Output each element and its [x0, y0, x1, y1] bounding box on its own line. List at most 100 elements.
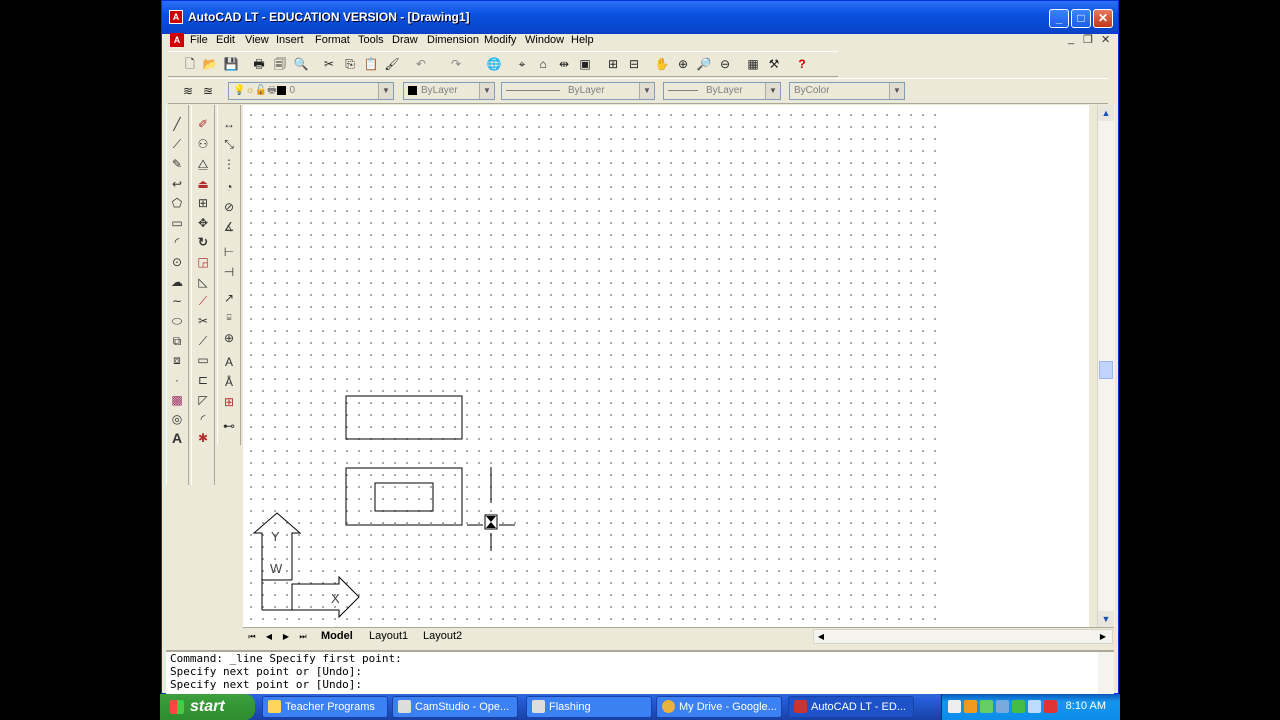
open-icon[interactable]: 📂	[202, 56, 218, 72]
array-icon[interactable]: ⊞	[194, 194, 212, 212]
tray-network-icon[interactable]	[980, 700, 993, 713]
ordinate-dim-icon[interactable]: ⋮	[220, 155, 238, 173]
offset-icon[interactable]: ⏏	[194, 175, 212, 193]
menu-modify[interactable]: Modify	[484, 34, 516, 46]
properties-icon[interactable]: ▣	[577, 56, 593, 72]
zoom-window-icon[interactable]: 🔎	[696, 56, 712, 72]
prev-tab-icon[interactable]: ◀	[262, 630, 276, 643]
command-scrollbar[interactable]	[1098, 652, 1114, 696]
stretch-icon[interactable]: ◺	[194, 273, 212, 291]
construction-line-icon[interactable]: ⟋	[168, 135, 186, 153]
maximize-button[interactable]: □	[1071, 9, 1091, 28]
mdi-minimize-button[interactable]: _	[1068, 33, 1074, 45]
quick-calc-icon[interactable]: ⚒	[766, 56, 782, 72]
horizontal-scrollbar[interactable]: ◀ ▶	[813, 629, 1113, 644]
menu-insert[interactable]: Insert	[276, 34, 304, 46]
layer-dropdown[interactable]: 💡☼🔓🖶 0 ▼	[228, 82, 394, 100]
zoom-realtime-icon[interactable]: ⊕	[675, 56, 691, 72]
menu-edit[interactable]: Edit	[216, 34, 235, 46]
explode-icon[interactable]: ✱	[194, 429, 212, 447]
print-preview-icon[interactable]: 🗐	[272, 56, 288, 72]
cut-icon[interactable]: ✂	[321, 56, 337, 72]
scale-icon[interactable]: ◲	[194, 253, 212, 271]
distance-icon[interactable]: ⇹	[556, 56, 572, 72]
match-properties-icon[interactable]: 🖌	[384, 56, 400, 72]
layer-previous-icon[interactable]: ≊	[200, 83, 216, 99]
table-icon[interactable]: ▦	[745, 56, 761, 72]
tab-layout2[interactable]: Layout2	[423, 629, 462, 644]
first-tab-icon[interactable]: ⏮	[245, 630, 259, 643]
web-icon[interactable]: 🌐	[486, 56, 502, 72]
pan-icon[interactable]: ✋	[654, 56, 670, 72]
layer-manager-icon[interactable]: ≋	[180, 83, 196, 99]
revcloud-icon[interactable]: ☁	[168, 273, 186, 291]
aligned-dim-icon[interactable]: ⤡	[220, 135, 238, 153]
hatch-icon[interactable]: ▩	[168, 391, 186, 409]
mdi-close-button[interactable]: ✕	[1101, 33, 1110, 46]
tab-layout1[interactable]: Layout1	[369, 629, 408, 644]
erase-icon[interactable]: ✐	[194, 115, 212, 133]
tray-sync-icon[interactable]	[1028, 700, 1041, 713]
scroll-left-icon[interactable]: ◀	[814, 630, 828, 643]
menu-tools[interactable]: Tools	[358, 34, 384, 46]
lengthen-icon[interactable]: ⟋	[194, 292, 212, 310]
new-icon[interactable]: 🗋	[182, 56, 198, 72]
move-icon[interactable]: ✥	[194, 214, 212, 232]
task-teacher-programs[interactable]: Teacher Programs	[262, 696, 388, 718]
tab-model[interactable]: Model	[321, 629, 353, 644]
dim-update-icon[interactable]: ⊞	[220, 393, 238, 411]
color-dropdown[interactable]: ByLayer ▼	[403, 82, 495, 100]
menu-view[interactable]: View	[245, 34, 269, 46]
rectangle-top[interactable]	[345, 395, 463, 440]
tray-app-icon[interactable]	[948, 700, 961, 713]
tray-shield-icon[interactable]	[1012, 700, 1025, 713]
copy-object-icon[interactable]: ⚇	[194, 135, 212, 153]
trim-icon[interactable]: ✂	[194, 312, 212, 330]
title-bar[interactable]: A AutoCAD LT - EDUCATION VERSION - [Draw…	[162, 1, 1118, 34]
radius-dim-icon[interactable]: ◔	[220, 178, 238, 196]
start-button[interactable]: start	[160, 694, 255, 720]
task-camstudio[interactable]: CamStudio - Ope...	[392, 696, 518, 718]
last-tab-icon[interactable]: ⏭	[296, 630, 310, 643]
break-icon[interactable]: ▭	[194, 351, 212, 369]
tray-security-icon[interactable]	[964, 700, 977, 713]
lineweight-dropdown[interactable]: ByLayer ▼	[663, 82, 781, 100]
document-icon[interactable]: A	[170, 33, 184, 47]
make-block-icon[interactable]: ⧈	[168, 351, 186, 369]
tool-palettes-icon[interactable]: ⊟	[626, 56, 642, 72]
join-icon[interactable]: ⊏	[194, 371, 212, 389]
ucs-icon[interactable]: ⌂	[535, 56, 551, 72]
center-mark-icon[interactable]: ⊕	[220, 329, 238, 347]
menu-format[interactable]: Format	[315, 34, 350, 46]
leader-icon[interactable]: ↗	[220, 289, 238, 307]
ellipse-icon[interactable]: ⬭	[168, 312, 186, 330]
insert-block-icon[interactable]: ⧉	[168, 332, 186, 350]
dim-edit-icon[interactable]: A	[220, 353, 238, 371]
rotate-icon[interactable]: ↻	[194, 233, 212, 251]
plotstyle-dropdown[interactable]: ByColor ▼	[789, 82, 905, 100]
rectangle-outer[interactable]	[345, 467, 463, 526]
region-icon[interactable]: ◎	[168, 410, 186, 428]
next-tab-icon[interactable]: ▶	[279, 630, 293, 643]
dim-style-icon[interactable]: ⊷	[220, 417, 238, 435]
extend-icon[interactable]: ⟋	[194, 332, 212, 350]
tray-display-icon[interactable]	[996, 700, 1009, 713]
point-icon[interactable]: ·	[168, 371, 186, 389]
help-icon[interactable]: ?	[794, 56, 810, 72]
linetype-dropdown[interactable]: ByLayer ▼	[501, 82, 655, 100]
menu-help[interactable]: Help	[571, 34, 594, 46]
spline-icon[interactable]: ∼	[168, 292, 186, 310]
arc-icon[interactable]: ◜	[168, 233, 186, 251]
scroll-down-icon[interactable]: ▼	[1098, 611, 1114, 627]
fillet-icon[interactable]: ◜	[194, 410, 212, 428]
diameter-dim-icon[interactable]: ⊘	[220, 198, 238, 216]
undo-icon[interactable]: ↶	[413, 56, 429, 72]
polyline-icon[interactable]: ✎	[168, 155, 186, 173]
mdi-restore-button[interactable]: ❐	[1083, 33, 1093, 46]
multiline-text-icon[interactable]: A	[168, 429, 186, 447]
menu-window[interactable]: Window	[525, 34, 564, 46]
line-icon[interactable]: ╱	[168, 115, 186, 133]
scroll-right-icon[interactable]: ▶	[1096, 630, 1110, 643]
angular-dim-icon[interactable]: ∡	[220, 218, 238, 236]
osnap-icon[interactable]: ⌖	[514, 56, 530, 72]
